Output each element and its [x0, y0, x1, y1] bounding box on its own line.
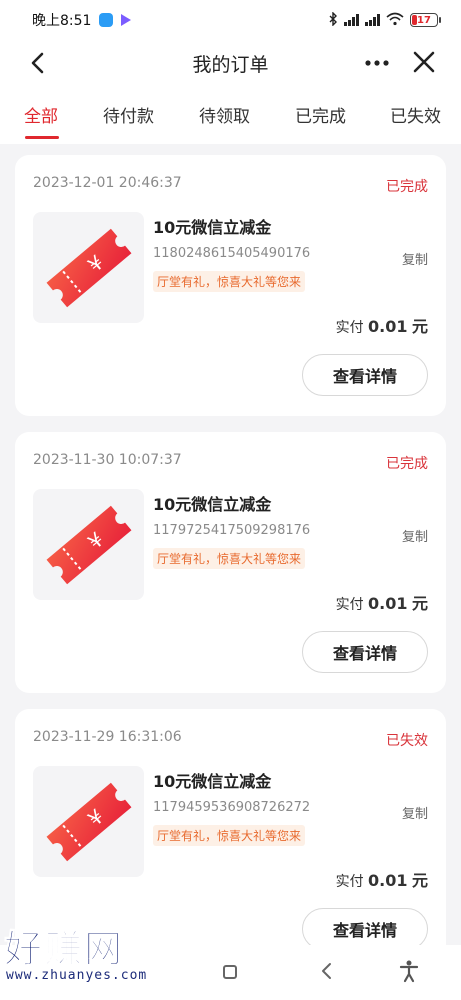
- copy-button[interactable]: 复制: [402, 803, 428, 822]
- more-dots-icon[interactable]: [362, 50, 392, 76]
- coupon-ticket-icon: ¥: [46, 782, 131, 861]
- copy-button[interactable]: 复制: [402, 526, 428, 545]
- bluetooth-icon: [329, 10, 338, 29]
- watermark-logo-text: 好赚网: [3, 927, 125, 972]
- status-bar: 晚上8:51 17: [0, 0, 461, 40]
- signal-icon-2: [365, 14, 380, 26]
- order-number: 1179459536908726272: [153, 800, 311, 815]
- status-right: 17: [329, 10, 441, 29]
- paid-amount: 实付 0.01 元: [335, 871, 428, 890]
- paid-amount: 实付 0.01 元: [335, 317, 428, 336]
- paid-amount: 实付 0.01 元: [335, 594, 428, 613]
- tab-to-receive[interactable]: 待领取: [199, 102, 250, 127]
- page-title: 我的订单: [192, 53, 269, 76]
- product-name: 10元微信立减金: [153, 772, 272, 791]
- watermark-url: www.zhuanyes.com: [6, 968, 148, 983]
- site-watermark: 好赚网 www.zhuanyes.com: [0, 918, 200, 988]
- order-tabs: 全部 待付款 待领取 已完成 已失效: [0, 86, 461, 144]
- wifi-icon: [386, 12, 404, 29]
- order-date: 2023-11-29 16:31:06: [33, 729, 182, 745]
- order-card[interactable]: 2023-12-01 20:46:37 已完成 ¥ 10元微信立减金 11802…: [15, 155, 446, 416]
- tab-expired[interactable]: 已失效: [390, 102, 441, 127]
- copy-button[interactable]: 复制: [402, 249, 428, 268]
- app-notification-icon: [99, 13, 114, 27]
- product-name: 10元微信立减金: [153, 218, 272, 237]
- order-number: 1179725417509298176: [153, 523, 311, 538]
- order-date: 2023-11-30 10:07:37: [33, 452, 182, 468]
- battery-icon: 17: [410, 13, 441, 27]
- order-card[interactable]: 2023-11-30 10:07:37 已完成 ¥ 10元微信立减金 11797…: [15, 432, 446, 693]
- back-arrow-icon[interactable]: [26, 50, 52, 76]
- coupon-ticket-icon: ¥: [46, 228, 131, 307]
- promo-tag: 厅堂有礼，惊喜大礼等您来: [153, 825, 306, 846]
- status-time: 晚上8:51: [32, 13, 92, 29]
- system-back-icon[interactable]: [318, 959, 336, 983]
- coupon-thumbnail: ¥: [33, 766, 144, 877]
- battery-level: 17: [417, 14, 431, 26]
- order-status: 已失效: [386, 733, 428, 749]
- product-name: 10元微信立减金: [153, 495, 272, 514]
- signal-icon-1: [344, 14, 359, 26]
- coupon-ticket-icon: ¥: [46, 505, 131, 584]
- order-number: 1180248615405490176: [153, 246, 311, 261]
- video-app-icon: [121, 14, 132, 26]
- home-square-icon[interactable]: [223, 965, 237, 979]
- close-icon[interactable]: [410, 50, 438, 76]
- coupon-thumbnail: ¥: [33, 212, 144, 323]
- order-status: 已完成: [386, 456, 428, 472]
- view-details-button[interactable]: 查看详情: [302, 908, 428, 950]
- tab-pending-payment[interactable]: 待付款: [103, 102, 154, 127]
- tab-all[interactable]: 全部: [24, 102, 58, 127]
- promo-tag: 厅堂有礼，惊喜大礼等您来: [153, 548, 306, 569]
- order-status: 已完成: [386, 179, 428, 195]
- view-details-button[interactable]: 查看详情: [302, 354, 428, 396]
- accessibility-icon[interactable]: [398, 959, 420, 983]
- active-tab-indicator: [25, 136, 59, 139]
- view-details-button[interactable]: 查看详情: [302, 631, 428, 673]
- tab-completed[interactable]: 已完成: [295, 102, 346, 127]
- coupon-thumbnail: ¥: [33, 489, 144, 600]
- promo-tag: 厅堂有礼，惊喜大礼等您来: [153, 271, 306, 292]
- order-date: 2023-12-01 20:46:37: [33, 175, 182, 191]
- nav-bar: 我的订单: [0, 40, 461, 86]
